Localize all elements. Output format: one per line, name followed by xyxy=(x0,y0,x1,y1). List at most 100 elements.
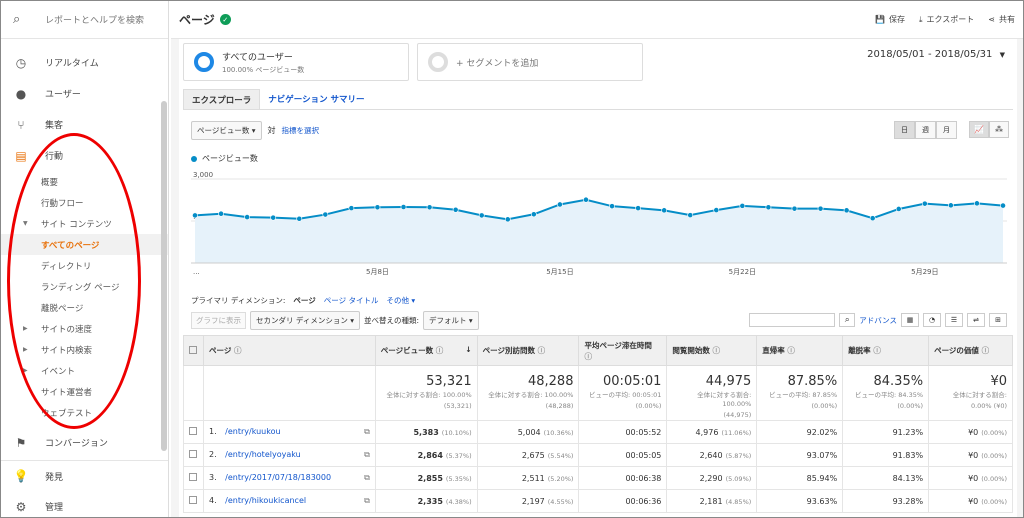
data-point[interactable] xyxy=(218,210,224,217)
data-point[interactable] xyxy=(504,216,511,223)
date-range-picker[interactable]: 2018/05/01 - 2018/05/31 ▼ xyxy=(867,49,1005,60)
data-point[interactable] xyxy=(322,211,329,218)
sidebar-sub-publisher[interactable]: サイト運営者 xyxy=(1,381,168,402)
open-page-icon[interactable]: ⧉ xyxy=(364,450,370,460)
bar-view-icon[interactable]: ☰ xyxy=(945,313,963,327)
motion-chart-icon[interactable]: ⁂ xyxy=(989,121,1009,138)
dimension-other[interactable]: その他 ▾ xyxy=(386,295,415,306)
open-page-icon[interactable]: ⧉ xyxy=(364,427,370,437)
sidebar-scrollbar[interactable] xyxy=(161,101,167,451)
export-button[interactable]: ⤓ エクスポート xyxy=(919,14,974,25)
data-point[interactable] xyxy=(244,214,251,220)
sidebar-item-behavior[interactable]: ▤ 行動 xyxy=(1,140,168,171)
col-exit-rate[interactable]: 離脱率 ⓘ xyxy=(842,335,930,366)
sidebar-item-users[interactable]: ● ユーザー xyxy=(1,78,168,109)
select-all-checkbox[interactable] xyxy=(189,345,197,354)
data-point[interactable] xyxy=(426,204,433,211)
sidebar-item-realtime[interactable]: ◷ リアルタイム xyxy=(1,47,168,78)
open-page-icon[interactable]: ⧉ xyxy=(364,496,370,506)
data-point[interactable] xyxy=(478,212,485,219)
row-checkbox[interactable] xyxy=(189,450,197,458)
data-point[interactable] xyxy=(400,204,407,210)
page-link[interactable]: /entry/kuukou xyxy=(225,427,280,436)
col-unique-pageviews[interactable]: ページ別訪問数 ⓘ xyxy=(476,335,580,366)
col-bounce-rate[interactable]: 直帰率 ⓘ xyxy=(756,335,844,366)
tab-navigation-summary[interactable]: ナビゲーション サマリー xyxy=(260,89,372,110)
sidebar-sub-site-speed[interactable]: ▶ サイトの速度 xyxy=(1,318,168,339)
sidebar-sub-overview[interactable]: 概要 xyxy=(1,171,168,192)
comparison-view-icon[interactable]: ⇌ xyxy=(967,313,985,327)
data-point[interactable] xyxy=(661,207,668,214)
sidebar-sub-behavior-flow[interactable]: 行動フロー xyxy=(1,192,168,213)
metric-select[interactable]: ページビュー数 ▾ xyxy=(191,121,262,140)
line-chart-icon[interactable]: 📈 xyxy=(969,121,989,138)
data-point[interactable] xyxy=(635,205,641,212)
sidebar-item-admin[interactable]: ⚙ 管理 xyxy=(1,491,168,517)
sidebar-sub-experiments[interactable]: ウェブテスト xyxy=(1,402,168,423)
period-week-button[interactable]: 週 xyxy=(915,121,936,139)
table-row[interactable]: 2. /entry/hotelyoyaku ⧉ 2,864 (5.37%) 2,675(… xyxy=(183,443,1013,467)
page-link[interactable]: /entry/hotelyoyaku xyxy=(225,450,301,459)
data-point[interactable] xyxy=(1000,202,1006,209)
table-search-input[interactable] xyxy=(749,313,836,327)
dimension-page-title[interactable]: ページ タイトル xyxy=(324,295,379,306)
sidebar-sub-events[interactable]: ▶ イベント xyxy=(1,360,168,381)
table-row[interactable]: 3. /entry/2017/07/18/183000 ⧉ 2,855 (5.35%)… xyxy=(183,466,1013,490)
data-point[interactable] xyxy=(452,206,459,213)
row-checkbox[interactable] xyxy=(189,473,197,481)
open-page-icon[interactable]: ⧉ xyxy=(364,473,370,483)
table-row[interactable]: 1. /entry/kuukou ⧉ 5,383 (10.10%) 5,004 (10.3… xyxy=(183,420,1013,444)
row-checkbox[interactable] xyxy=(189,496,197,504)
sort-type-select[interactable]: デフォルト ▾ xyxy=(423,310,479,330)
data-point[interactable] xyxy=(270,214,277,221)
data-point[interactable] xyxy=(296,215,303,222)
data-point[interactable] xyxy=(192,212,198,219)
data-point[interactable] xyxy=(687,212,694,219)
plot-rows-button[interactable]: グラフに表示 xyxy=(191,311,246,329)
data-point[interactable] xyxy=(869,215,876,222)
sidebar-item-acquisition[interactable]: ⑂ 集客 xyxy=(1,109,168,140)
sidebar-sub-exit-pages[interactable]: 離脱ページ xyxy=(1,297,168,318)
data-point[interactable] xyxy=(974,200,980,207)
data-point[interactable] xyxy=(557,201,563,208)
pivot-view-icon[interactable]: ⊞ xyxy=(989,313,1007,327)
data-point[interactable] xyxy=(895,206,902,212)
advanced-filter-link[interactable]: アドバンス xyxy=(859,315,897,326)
row-checkbox[interactable] xyxy=(189,427,197,435)
data-point[interactable] xyxy=(713,207,720,213)
dimension-page[interactable]: ページ xyxy=(293,295,315,306)
col-entrances[interactable]: 閲覧開始数 ⓘ xyxy=(666,335,758,366)
data-point[interactable] xyxy=(947,202,954,209)
data-point[interactable] xyxy=(817,205,824,212)
data-point[interactable] xyxy=(739,202,746,209)
period-month-button[interactable]: 月 xyxy=(936,121,957,139)
sidebar-sub-site-content[interactable]: ▼ サイト コンテンツ xyxy=(1,213,168,234)
data-point[interactable] xyxy=(374,204,381,211)
save-button[interactable]: 💾 保存 xyxy=(875,14,905,25)
share-button[interactable]: ⋖ 共有 xyxy=(988,14,1015,25)
data-point[interactable] xyxy=(530,211,537,218)
col-page-value[interactable]: ページの価値 ⓘ xyxy=(928,335,1013,366)
pie-view-icon[interactable]: ◔ xyxy=(923,313,941,327)
table-row[interactable]: 4. /entry/hikoukicancel ⧉ 2,335 (4.38%) 2,19… xyxy=(183,489,1013,513)
data-point[interactable] xyxy=(609,203,615,210)
sidebar-sub-site-search[interactable]: ▶ サイト内検索 xyxy=(1,339,168,360)
search-icon[interactable]: ⌕ xyxy=(839,313,856,327)
page-link[interactable]: /entry/hikoukicancel xyxy=(225,496,306,505)
tab-explorer[interactable]: エクスプローラ xyxy=(183,89,261,110)
sidebar-item-conversions[interactable]: ⚑ コンバージョン xyxy=(1,427,168,458)
sidebar-sub-directory[interactable]: ディレクトリ xyxy=(1,255,168,276)
col-page[interactable]: ページ ⓘ xyxy=(202,335,376,366)
sidebar-sub-all-pages[interactable]: すべてのページ xyxy=(1,234,168,255)
secondary-dimension-select[interactable]: セカンダリ ディメンション ▾ xyxy=(250,310,361,330)
col-avg-time[interactable]: 平均ページ滞在時間 ⓘ xyxy=(578,335,668,366)
period-day-button[interactable]: 日 xyxy=(894,121,915,139)
data-point[interactable] xyxy=(921,200,928,207)
add-segment-button[interactable]: + セグメントを追加 xyxy=(417,43,643,81)
col-pageviews[interactable]: ページビュー数 ⓘ ↓ xyxy=(374,335,478,366)
data-point[interactable] xyxy=(583,196,589,203)
data-point[interactable] xyxy=(765,204,772,211)
sidebar-sub-landing-pages[interactable]: ランディング ページ xyxy=(1,276,168,297)
report-search[interactable]: ⌕ レポートとヘルプを検索 xyxy=(1,1,168,39)
table-view-icon[interactable]: ▦ xyxy=(901,313,919,327)
